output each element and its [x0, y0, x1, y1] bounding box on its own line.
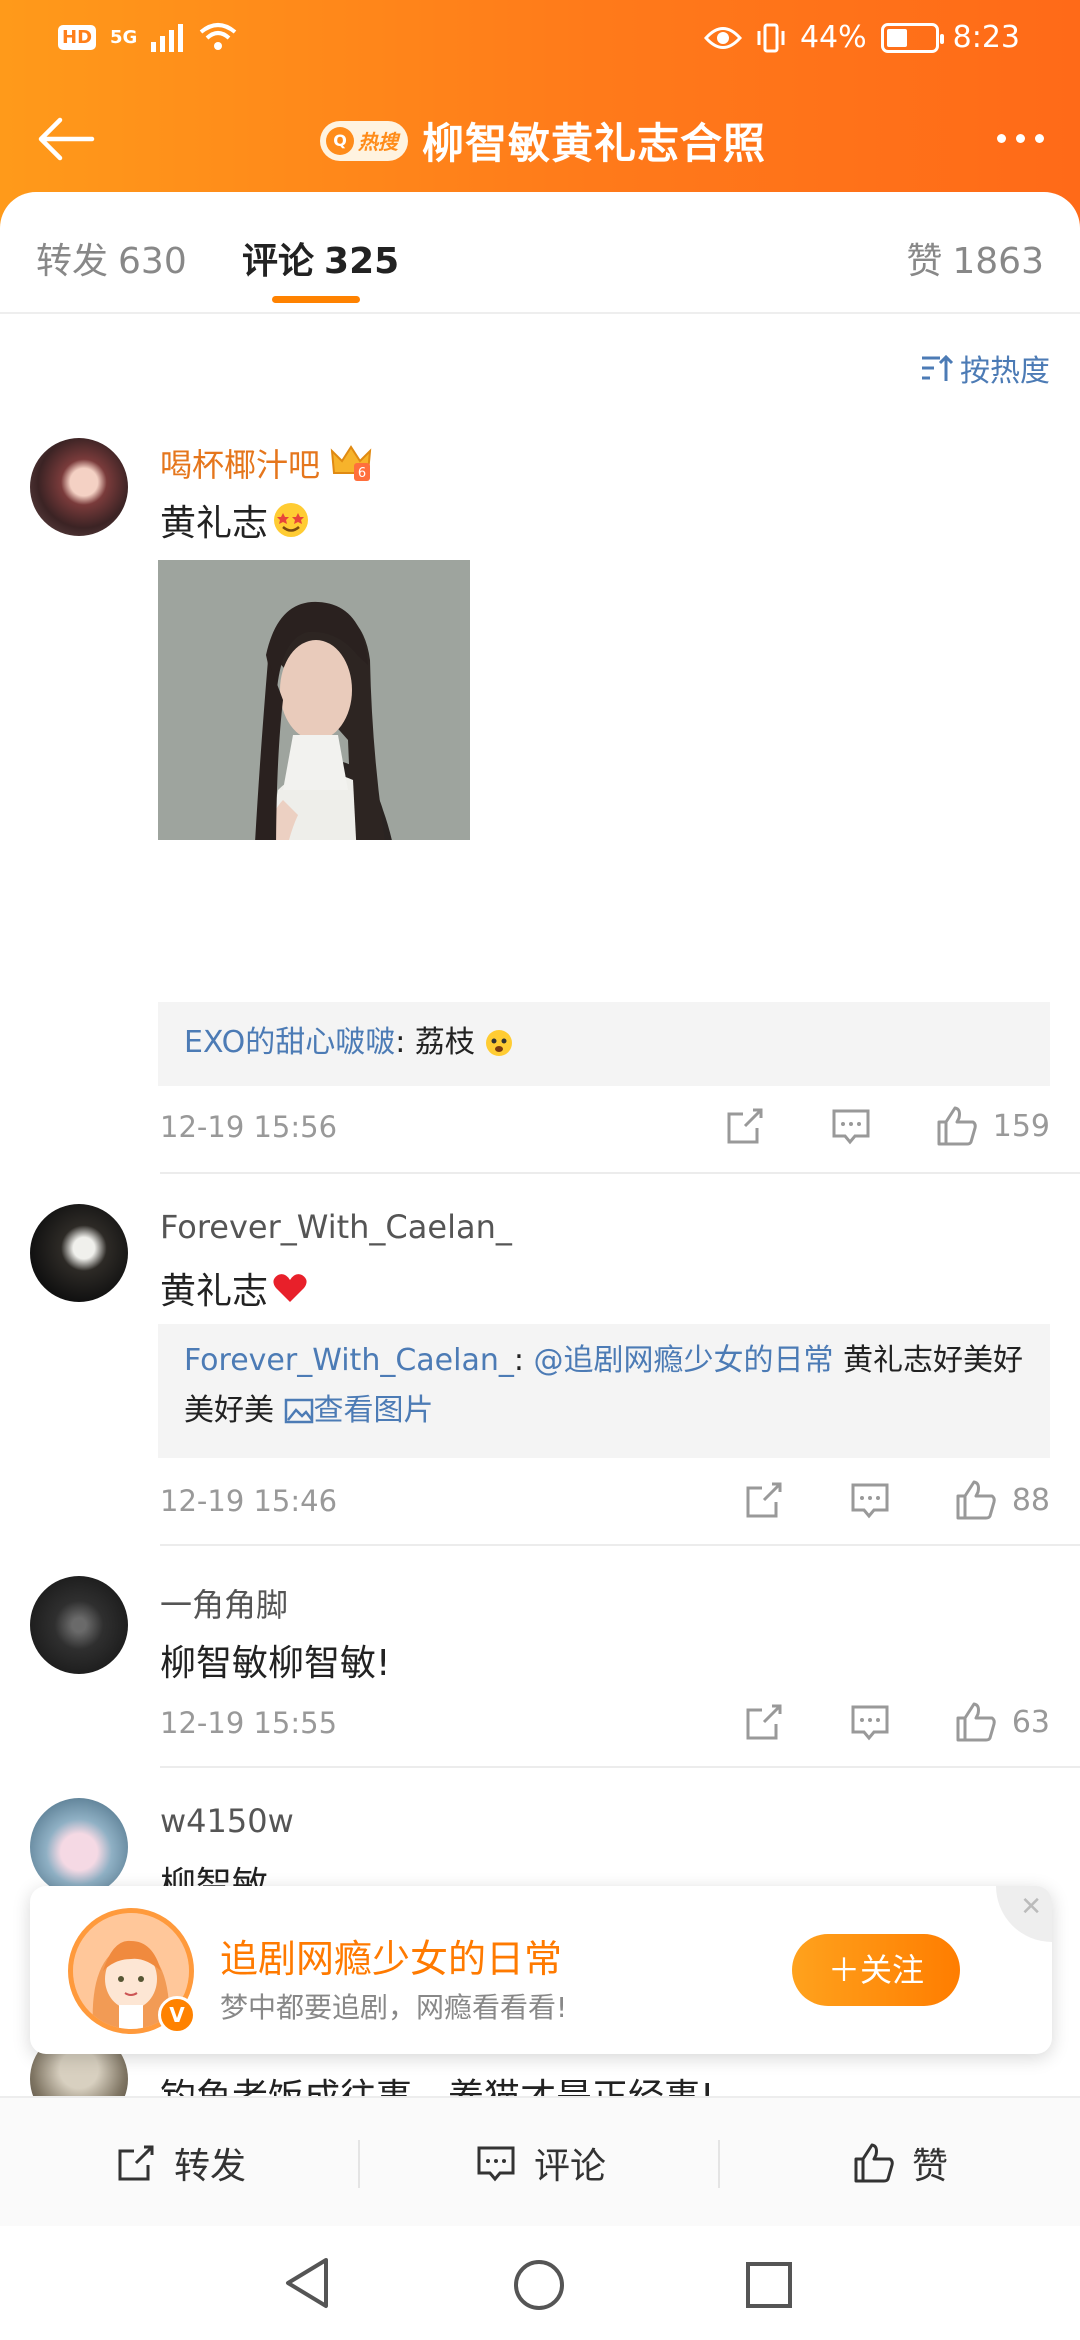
reply-preview[interactable]: EXO的甜心啵啵: 荔枝 — [158, 1002, 1050, 1086]
suggested-account-description: 梦中都要追剧，网瘾看看看! — [220, 1991, 568, 2024]
sort-by-hot-button[interactable]: 按热度 — [920, 346, 1050, 390]
divider — [0, 312, 1080, 314]
tab-likes[interactable]: 赞 1863 — [906, 232, 1044, 284]
reply-mention[interactable]: @追剧网瘾少女的日常 — [534, 1343, 834, 1378]
like-icon[interactable] — [954, 1478, 998, 1522]
status-bar: HD 5G 44% 8:23 — [0, 18, 1080, 62]
like-icon — [854, 2143, 894, 2183]
hd-badge: HD — [58, 24, 97, 50]
view-image-link[interactable]: 查看图片 — [314, 1393, 434, 1428]
more-menu-icon[interactable] — [997, 134, 1044, 143]
divider — [160, 1172, 1080, 1174]
comment-meta: 12-19 15:56 159 — [160, 1104, 1050, 1154]
sort-icon — [922, 354, 954, 381]
wifi-icon — [200, 23, 237, 50]
like-button[interactable]: 赞 — [720, 2098, 1080, 2228]
divider — [160, 1766, 1080, 1768]
svg-text:6: 6 — [358, 466, 366, 481]
close-icon: ✕ — [1020, 1892, 1042, 1922]
scared-emoji-icon — [486, 1030, 513, 1056]
bottom-action-bar: 转发 评论 赞 — [0, 2096, 1080, 2226]
like-icon[interactable] — [935, 1104, 979, 1148]
avatar[interactable] — [30, 1576, 128, 1674]
active-tab-indicator — [272, 296, 360, 303]
heart-icon — [273, 1274, 307, 1302]
repost-button[interactable]: 转发 — [0, 2098, 360, 2228]
like-count: 159 — [992, 1108, 1050, 1144]
battery-percent: 44% — [799, 20, 867, 55]
system-navigation-bar — [0, 2226, 1080, 2340]
sort-label: 按热度 — [960, 354, 1050, 389]
network-type: 5G — [110, 26, 138, 48]
comment-icon — [477, 2146, 515, 2182]
comment-time: 12-19 15:55 — [160, 1706, 338, 1740]
reply-comment-icon[interactable] — [848, 1700, 892, 1744]
portrait-image — [158, 560, 470, 840]
comment-button[interactable]: 评论 — [360, 2098, 720, 2228]
image-icon — [284, 1398, 313, 1424]
star-eyes-emoji-icon — [274, 503, 309, 537]
follow-suggestion-card: V 追剧网瘾少女的日常 梦中都要追剧，网瘾看看看! ＋关注 ✕ — [30, 1886, 1052, 2054]
reply-preview[interactable]: Forever_With_Caelan_: @追剧网瘾少女的日常 黄礼志好美好美… — [158, 1324, 1050, 1458]
share-icon[interactable] — [742, 1478, 786, 1522]
comment-username[interactable]: 喝杯椰汁吧 6 — [160, 440, 372, 486]
comment-username[interactable]: 一角角脚 — [160, 1580, 288, 1626]
reply-username[interactable]: Forever_With_Caelan_ — [184, 1343, 514, 1378]
comment-label: 评论 — [533, 2146, 606, 2187]
repost-icon — [118, 2145, 154, 2181]
share-icon[interactable] — [723, 1104, 767, 1148]
back-arrow-icon[interactable] — [36, 114, 96, 164]
repost-label: 转发 — [173, 2146, 246, 2187]
page-title: 柳智敏黄礼志合照 — [422, 119, 767, 168]
like-icon[interactable] — [954, 1700, 998, 1744]
close-card-button[interactable]: ✕ — [996, 1886, 1052, 1942]
like-count: 88 — [1011, 1482, 1050, 1518]
comment-text: 黄礼志 — [160, 494, 310, 546]
nav-back-icon[interactable] — [282, 2256, 332, 2310]
reply-username[interactable]: EXO的甜心啵啵 — [184, 1025, 395, 1060]
reply-separator: : — [513, 1343, 534, 1378]
reply-comment-icon[interactable] — [829, 1104, 873, 1148]
suggested-account-name[interactable]: 追剧网瘾少女的日常 — [220, 1928, 562, 1983]
comment-meta: 12-19 15:46 88 — [160, 1478, 1050, 1528]
tab-reposts[interactable]: 转发 630 — [36, 232, 187, 284]
reply-text: : 荔枝 — [395, 1025, 475, 1060]
like-count: 63 — [1011, 1704, 1050, 1740]
comment-time: 12-19 15:46 — [160, 1484, 338, 1518]
avatar[interactable] — [30, 1798, 128, 1896]
avatar[interactable] — [30, 1204, 128, 1302]
crown-vip-icon: 6 — [330, 445, 372, 481]
hot-search-badge: Q 热搜 — [320, 120, 408, 161]
hot-badge-label: 热搜 — [358, 130, 398, 154]
comment-time: 12-19 15:56 — [160, 1110, 338, 1144]
eye-icon — [703, 26, 742, 49]
follow-button[interactable]: ＋关注 — [792, 1934, 960, 2006]
avatar[interactable] — [30, 438, 128, 536]
tab-comments[interactable]: 评论 325 — [242, 232, 399, 284]
reply-comment-icon[interactable] — [848, 1478, 892, 1522]
comment-username[interactable]: Forever_With_Caelan_ — [160, 1208, 512, 1246]
comment-photo[interactable] — [158, 560, 470, 840]
share-icon[interactable] — [742, 1700, 786, 1744]
battery-icon — [880, 22, 944, 53]
verified-badge-icon: V — [158, 1996, 196, 2034]
like-label: 赞 — [911, 2146, 948, 2187]
clock: 8:23 — [952, 20, 1020, 55]
nav-home-icon[interactable] — [512, 2258, 566, 2312]
nav-recents-icon[interactable] — [744, 2260, 794, 2310]
signal-icon — [151, 24, 184, 52]
tab-bar: 转发 630 评论 325 赞 1863 — [0, 232, 1080, 302]
page-title-wrap: Q 热搜 柳智敏黄礼志合照 — [320, 110, 766, 171]
comment-username[interactable]: w4150w — [160, 1802, 294, 1840]
comment-text: 黄礼志 — [160, 1262, 308, 1314]
comment-text: 柳智敏柳智敏! — [160, 1643, 391, 1684]
search-icon: Q — [326, 126, 354, 155]
vibrate-icon — [757, 23, 785, 52]
divider — [160, 1544, 1080, 1546]
comment-meta: 12-19 15:55 63 — [160, 1700, 1050, 1750]
